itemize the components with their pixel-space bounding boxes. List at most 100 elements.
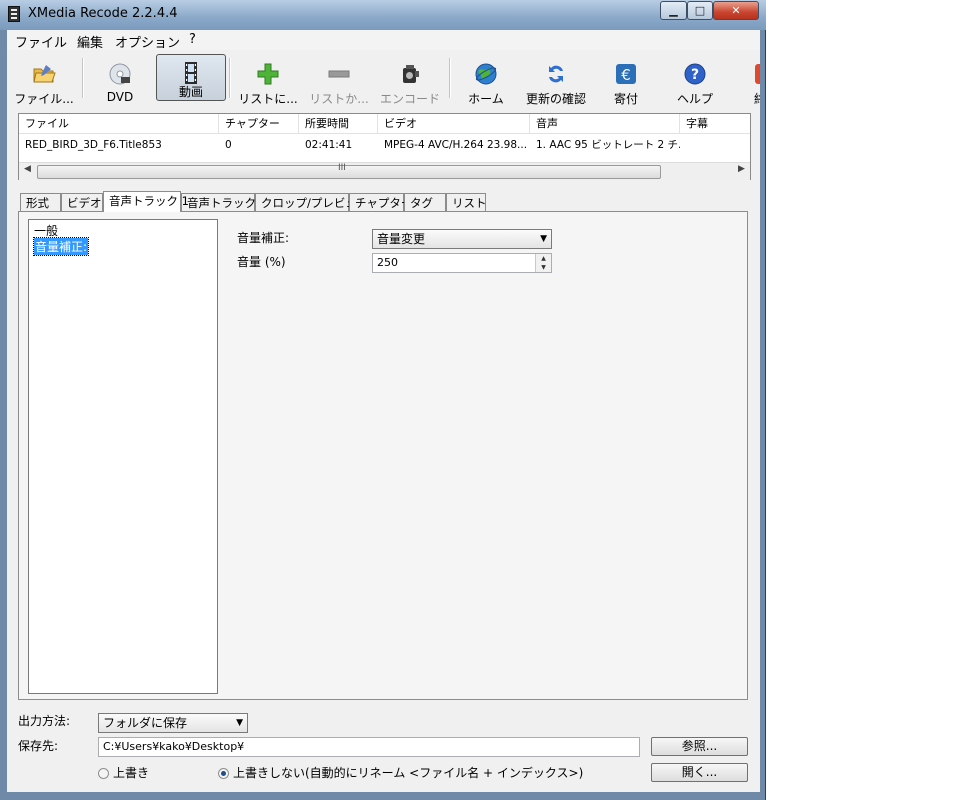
menu-options[interactable]: オプション — [115, 32, 180, 51]
film-app-icon — [8, 6, 20, 22]
tab-list[interactable]: リスト — [446, 193, 487, 211]
column-header-duration[interactable]: 所要時間 — [299, 114, 378, 134]
browse-button[interactable]: 参照... — [651, 737, 748, 756]
toolbar-separator — [449, 58, 451, 98]
window-title: XMedia Recode 2.2.4.4 — [28, 6, 178, 21]
exit-icon — [755, 64, 760, 84]
cell-subtitle — [680, 136, 750, 154]
volume-percent-label: 音量 (%) — [237, 255, 286, 269]
chevron-down-icon: ▼ — [540, 234, 547, 244]
video-button[interactable]: 動画 — [156, 54, 226, 101]
cell-audio: 1. AAC 95 ビットレート 2 チ... — [536, 139, 680, 151]
settings-tree[interactable]: 一般 音量補正: — [28, 219, 218, 694]
overwrite-radio[interactable]: 上書き — [98, 764, 149, 781]
cell-chapter: 0 — [225, 139, 232, 151]
minus-icon — [328, 70, 350, 78]
scroll-thumb[interactable]: III — [37, 163, 661, 179]
minimize-icon: ▁ — [669, 4, 678, 17]
chevron-down-icon: ▼ — [236, 718, 243, 728]
tab-audio-track-1[interactable]: 音声トラック 1 — [103, 191, 189, 212]
horizontal-scrollbar[interactable]: ◀ III ▶ — [19, 162, 750, 180]
euro-icon: € — [616, 64, 636, 84]
encode-camera-icon — [403, 65, 419, 83]
cell-file: RED_BIRD_3D_F6.Title853 — [25, 139, 162, 151]
menu-help[interactable]: ? — [189, 32, 196, 47]
add-to-list-label: リストに... — [238, 92, 298, 106]
save-path-input[interactable]: C:¥Users¥kako¥Desktop¥ — [98, 737, 640, 757]
tab-crop-preview[interactable]: クロップ/プレビュー — [255, 193, 368, 211]
encode-label: エンコード — [379, 92, 440, 106]
audio-track-panel: 一般 音量補正: 音量補正: 音量変更 ▼ 音量 (%) 250 ▲ ▼ — [18, 211, 748, 700]
toolbar-separator — [82, 58, 84, 98]
save-path-value: C:¥Users¥kako¥Desktop¥ — [103, 740, 245, 753]
refresh-icon — [549, 65, 563, 83]
radio-off-icon — [98, 768, 109, 779]
title-bar: XMedia Recode 2.2.4.4 ▁ □ ✕ — [0, 0, 766, 30]
app-window: XMedia Recode 2.2.4.4 ▁ □ ✕ ファイル 編集 オプショ… — [0, 0, 766, 800]
open-file-label: ファイル... — [14, 92, 74, 106]
video-label: 動画 — [178, 85, 203, 99]
menu-file[interactable]: ファイル — [15, 32, 67, 51]
tab-format[interactable]: 形式 — [20, 193, 61, 211]
menu-bar: ファイル 編集 オプション ? — [7, 30, 760, 51]
spin-up-icon[interactable]: ▲ — [536, 254, 551, 263]
save-path-label: 保存先: — [18, 739, 59, 753]
file-list[interactable]: ファイル チャプター 所要時間 ビデオ 音声 字幕 RED_BIRD_3D_F6… — [18, 113, 751, 180]
check-update-label: 更新の確認 — [525, 92, 586, 106]
dvd-disc-icon — [109, 63, 131, 85]
scroll-left-icon[interactable]: ◀ — [24, 164, 31, 174]
column-header-audio[interactable]: 音声 — [530, 114, 680, 134]
scroll-right-icon[interactable]: ▶ — [738, 164, 745, 174]
spin-down-icon[interactable]: ▼ — [536, 263, 551, 272]
svg-text:?: ? — [691, 67, 699, 83]
tab-tag[interactable]: タグ — [404, 193, 446, 211]
open-folder-icon — [33, 65, 56, 83]
open-folder-button[interactable]: 開く... — [651, 763, 748, 782]
volume-percent-value: 250 — [377, 256, 398, 269]
toolbar-separator — [229, 58, 231, 98]
output-method-label: 出力方法: — [18, 714, 71, 728]
output-method-value: フォルダに保存 — [103, 716, 188, 730]
exit-label: 終 — [754, 90, 760, 107]
volume-percent-spinner[interactable]: 250 ▲ ▼ — [372, 253, 552, 273]
cell-video: MPEG-4 AVC/H.264 23.98... — [384, 139, 528, 151]
menu-edit[interactable]: 編集 — [77, 32, 103, 51]
scroll-grip: III — [338, 163, 346, 173]
volume-correction-label: 音量補正: — [237, 231, 290, 245]
overwrite-label: 上書き — [113, 766, 150, 780]
column-header-subtitle[interactable]: 字幕 — [680, 114, 750, 134]
film-strip-icon — [185, 62, 197, 84]
tab-strip: 形式 ビデオ 音声トラック 1 音声トラック 2 クロップ/プレビュー チャプタ… — [18, 191, 751, 212]
volume-mode-value: 音量変更 — [377, 232, 426, 246]
close-icon: ✕ — [731, 4, 741, 17]
dvd-label: DVD — [106, 90, 134, 104]
svg-text:€: € — [621, 66, 631, 84]
remove-from-list-label: リストか... — [309, 92, 369, 106]
column-header-chapter[interactable]: チャプター — [219, 114, 299, 134]
maximize-button[interactable]: □ — [687, 1, 713, 20]
column-header-video[interactable]: ビデオ — [378, 114, 530, 134]
spinner-buttons[interactable]: ▲ ▼ — [535, 254, 551, 272]
column-header-file[interactable]: ファイル — [19, 114, 219, 134]
radio-on-icon — [218, 768, 229, 779]
help-icon: ? — [684, 63, 706, 85]
tab-chapter[interactable]: チャプター — [349, 193, 412, 211]
maximize-icon: □ — [694, 4, 706, 17]
cell-duration: 02:41:41 — [305, 139, 353, 151]
client-area: ファイル 編集 オプション ? ファイル... DVD 動画 リストに... リ… — [7, 30, 760, 792]
donate-label: 寄付 — [613, 92, 638, 106]
home-label: ホーム — [468, 92, 504, 106]
minimize-button[interactable]: ▁ — [660, 1, 687, 20]
output-method-select[interactable]: フォルダに保存 ▼ — [98, 713, 248, 733]
tree-item-volume[interactable]: 音量補正: — [32, 237, 90, 256]
volume-mode-select[interactable]: 音量変更 ▼ — [372, 229, 552, 249]
help-label: ヘルプ — [676, 92, 713, 106]
tab-audio-track-2[interactable]: 音声トラック 2 — [181, 193, 267, 211]
no-overwrite-radio[interactable]: 上書きしない(自動的にリネーム <ファイル名 + インデックス>) — [218, 764, 583, 781]
tree-item-general[interactable]: 一般 — [34, 222, 58, 239]
close-button[interactable]: ✕ — [713, 1, 759, 20]
tab-video[interactable]: ビデオ — [61, 193, 103, 211]
globe-icon — [475, 63, 497, 85]
no-overwrite-label: 上書きしない(自動的にリネーム <ファイル名 + インデックス>) — [233, 766, 584, 780]
plus-icon — [257, 63, 279, 85]
